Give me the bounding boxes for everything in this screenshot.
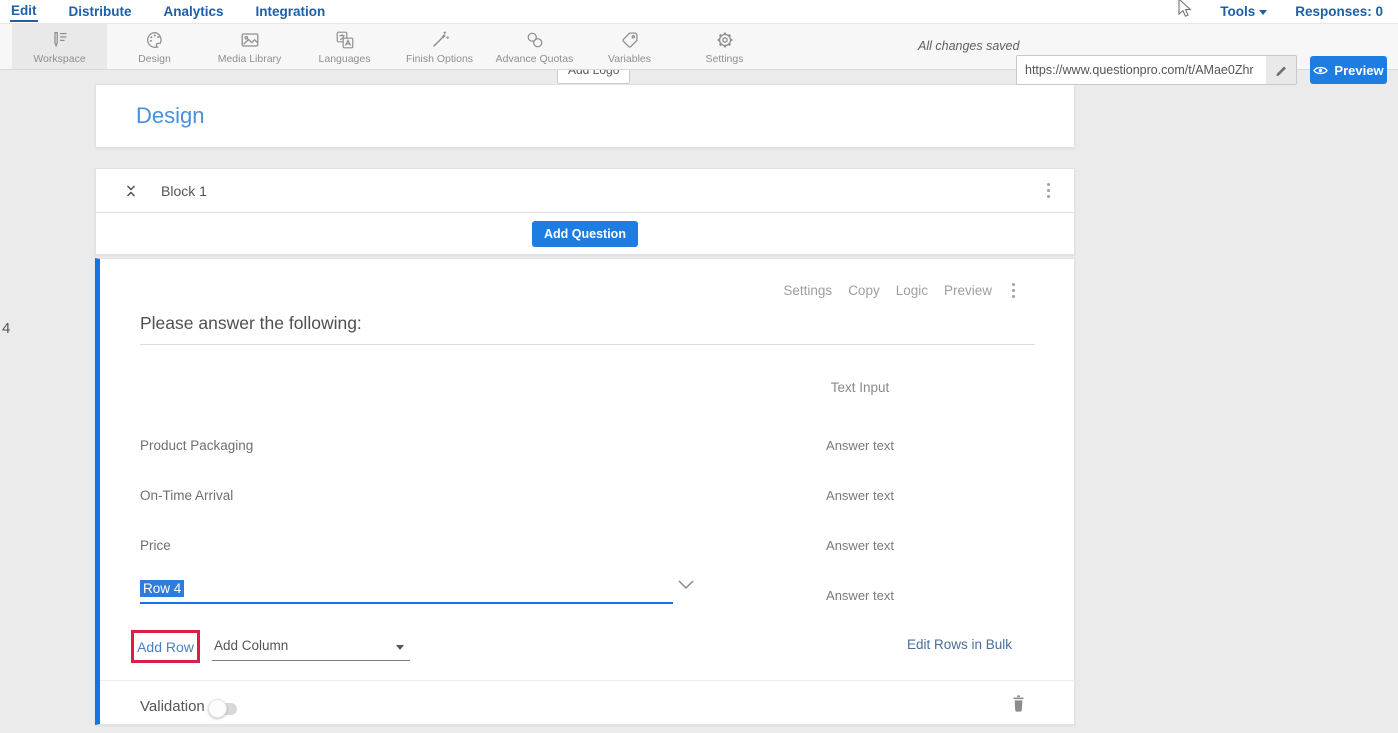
edit-url-button[interactable] [1266,56,1296,84]
caret-down-icon [1259,10,1267,15]
question-logic-link[interactable]: Logic [896,283,928,298]
languages-icon [334,29,356,51]
add-column-dropdown[interactable]: Add Column [212,633,410,661]
column-header-text-input: Text Input [660,380,1060,395]
settings-gear-icon [714,29,736,51]
block-card: Block 1 Add Question [95,168,1075,255]
design-palette-icon [144,29,166,51]
question-title-underline [140,344,1035,345]
left-edge-marker: 4 [2,320,10,337]
nav-right-group: Tools Responses: 0 [1219,2,1384,21]
question-card: Settings Copy Logic Preview Please answe… [95,258,1075,725]
edit-rows-in-bulk-link[interactable]: Edit Rows in Bulk [907,637,1012,652]
question-settings-link[interactable]: Settings [783,283,832,298]
editor-toolbar: Workspace Design Media Library [0,24,1398,70]
row-label-input[interactable]: Row 4 [140,574,673,604]
media-library-icon [239,29,261,51]
design-heading: Design [136,103,204,129]
toolbar-item-variables[interactable]: Variables [582,24,677,69]
toolbar-item-media-library[interactable]: Media Library [202,24,297,69]
add-row-link[interactable]: Add Row [137,639,194,655]
row-label[interactable]: On-Time Arrival [140,488,233,503]
nav-item-edit[interactable]: Edit [10,1,38,22]
dropdown-caret-icon [396,645,404,650]
toolbar-item-finish-options[interactable]: Finish Options [392,24,487,69]
matrix-row-editing: Row 4 Answer text [100,572,1075,618]
toolbar-items: Workspace Design Media Library [12,24,772,69]
matrix-row: Price Answer text [100,522,1075,568]
nav-item-distribute[interactable]: Distribute [68,2,133,21]
design-card: Design [95,84,1075,148]
question-actions: Settings Copy Logic Preview [783,281,1019,300]
row-answer-placeholder[interactable]: Answer text [660,538,1060,553]
question-menu-dots-icon[interactable] [1008,281,1019,300]
pencil-icon [1275,64,1288,77]
row-answer-placeholder[interactable]: Answer text [660,588,1060,603]
survey-url-input[interactable] [1017,63,1266,77]
validation-toggle[interactable] [210,703,237,715]
tools-dropdown[interactable]: Tools [1219,2,1268,21]
nav-item-analytics[interactable]: Analytics [163,2,225,21]
nav-tabs: Edit Distribute Analytics Integration [10,1,326,22]
toolbar-item-languages[interactable]: Languages [297,24,392,69]
add-row-highlight-box: Add Row [131,630,200,663]
save-status-text: All changes saved [918,39,1019,53]
nav-item-integration[interactable]: Integration [255,2,327,21]
variables-tag-icon [619,29,641,51]
add-question-row: Add Question [96,213,1074,255]
row-label[interactable]: Price [140,538,171,553]
survey-url-group [1016,55,1297,85]
matrix-row: Product Packaging Answer text [100,422,1075,468]
block-menu-dots-icon[interactable] [1043,181,1054,200]
toolbar-item-settings[interactable]: Settings [677,24,772,69]
matrix-row: On-Time Arrival Answer text [100,472,1075,518]
row-answer-placeholder[interactable]: Answer text [660,438,1060,453]
question-copy-link[interactable]: Copy [848,283,880,298]
validation-label: Validation [140,698,205,715]
toolbar-item-workspace[interactable]: Workspace [12,24,107,69]
advance-quotas-links-icon [524,29,546,51]
toolbar-item-design[interactable]: Design [107,24,202,69]
workspace-icon [49,29,71,51]
eye-icon [1313,65,1328,76]
selected-row-text: Row 4 [140,580,184,597]
top-navigation: Edit Distribute Analytics Integration To… [0,0,1398,24]
block-title: Block 1 [161,183,207,199]
row-label[interactable]: Product Packaging [140,438,253,453]
toolbar-item-advance-quotas[interactable]: Advance Quotas [487,24,582,69]
question-preview-link[interactable]: Preview [944,283,992,298]
question-footer-divider [100,680,1075,681]
preview-button[interactable]: Preview [1310,56,1387,84]
delete-question-trash-icon[interactable] [1010,694,1027,713]
row-answer-placeholder[interactable]: Answer text [660,488,1060,503]
block-header: Block 1 [96,169,1074,213]
add-question-button[interactable]: Add Question [532,221,638,247]
question-title[interactable]: Please answer the following: [140,313,362,334]
add-column-label: Add Column [214,638,288,653]
responses-count[interactable]: Responses: 0 [1294,2,1384,21]
collapse-block-icon[interactable] [123,183,139,199]
finish-options-wand-icon [429,29,451,51]
